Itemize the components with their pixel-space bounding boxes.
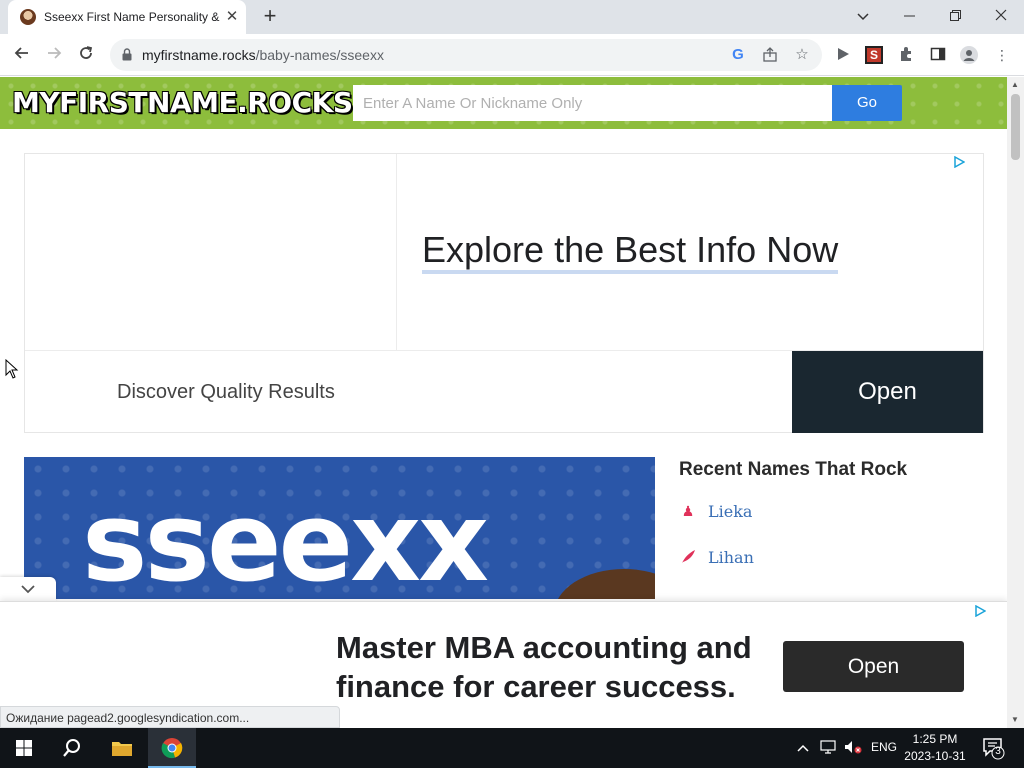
- network-icon[interactable]: [820, 740, 836, 757]
- ad-bottom-row: Discover Quality Results Open: [25, 350, 983, 433]
- browser-tab[interactable]: Sseexx First Name Personality & ✕: [8, 0, 246, 34]
- hero-name-text: sseexx: [82, 478, 489, 599]
- extension-play-icon[interactable]: [834, 46, 852, 64]
- back-arrow-icon[interactable]: [10, 43, 34, 67]
- scroll-down-icon[interactable]: ▼: [1011, 715, 1019, 724]
- scroll-up-icon[interactable]: ▲: [1011, 80, 1019, 89]
- mouse-cursor-icon: [5, 359, 19, 379]
- bookmark-star-icon[interactable]: ☆: [794, 47, 810, 63]
- tab-close-icon[interactable]: ✕: [224, 9, 240, 25]
- notification-center-icon[interactable]: 3: [982, 736, 1006, 760]
- chevron-down-icon: [21, 585, 35, 594]
- page-scrollbar[interactable]: ▲ ▼: [1007, 77, 1024, 728]
- clock-date: 2023-10-31: [904, 749, 966, 763]
- volume-muted-icon[interactable]: [844, 740, 862, 757]
- bottom-ad-open-button[interactable]: Open: [783, 641, 964, 692]
- tab-search-chevron-icon[interactable]: [848, 5, 878, 27]
- windows-start-icon[interactable]: [0, 728, 48, 768]
- ad-open-button[interactable]: Open: [792, 351, 983, 433]
- recent-name-item[interactable]: ♟ Lieka: [680, 500, 880, 524]
- language-indicator[interactable]: ENG: [871, 740, 897, 754]
- tab-strip: Sseexx First Name Personality & ✕ +: [0, 0, 1024, 34]
- extensions-puzzle-icon[interactable]: [897, 46, 915, 64]
- search-go-button[interactable]: Go: [832, 85, 902, 121]
- collapse-ad-button[interactable]: [0, 577, 56, 601]
- lock-icon[interactable]: [122, 48, 132, 61]
- recent-name-link[interactable]: Lieka: [708, 502, 752, 521]
- extension-s-icon[interactable]: S: [865, 46, 883, 64]
- new-tab-button[interactable]: +: [258, 5, 282, 29]
- profile-avatar-icon[interactable]: [960, 46, 978, 64]
- tray-chevron-up-icon[interactable]: [797, 740, 809, 755]
- taskbar-clock[interactable]: 1:25 PM 2023-10-31: [900, 731, 970, 765]
- share-icon[interactable]: [762, 47, 778, 63]
- feather-icon: [680, 549, 696, 565]
- reload-icon[interactable]: [74, 43, 98, 67]
- notification-count: 3: [995, 746, 1001, 757]
- recent-name-item[interactable]: Lihan: [680, 546, 880, 570]
- ad-headline[interactable]: Explore the Best Info Now: [422, 230, 839, 274]
- scrollbar-thumb[interactable]: [1011, 94, 1020, 160]
- chrome-taskbar-icon[interactable]: [148, 728, 196, 768]
- restore-button[interactable]: [940, 5, 970, 27]
- browser-menu-icon[interactable]: ⋮: [993, 46, 1011, 64]
- file-explorer-icon[interactable]: [98, 728, 146, 768]
- adchoices-icon[interactable]: [953, 155, 967, 170]
- name-hero-image: sseexx: [24, 457, 655, 599]
- recent-name-link[interactable]: Lihan: [708, 548, 754, 567]
- taskbar-search-icon[interactable]: [48, 728, 96, 768]
- google-lens-icon[interactable]: G: [730, 47, 746, 63]
- recent-names-heading: Recent Names That Rock: [679, 459, 908, 480]
- tab-title: Sseexx First Name Personality &: [44, 10, 220, 24]
- chess-pawn-icon: ♟: [681, 503, 695, 519]
- bottom-ad-headline[interactable]: Master MBA accounting and finance for ca…: [336, 628, 776, 706]
- side-panel-icon[interactable]: [929, 46, 947, 64]
- browser-status-bar: Ожидание pagead2.googlesyndication.com..…: [0, 706, 340, 728]
- windows-taskbar: ENG 1:25 PM 2023-10-31 3: [0, 728, 1024, 768]
- address-bar[interactable]: myfirstname.rocks/baby-names/sseexx G ☆: [110, 39, 822, 71]
- top-advertisement[interactable]: Explore the Best Info Now Discover Quali…: [24, 153, 984, 433]
- ad-subtext[interactable]: Discover Quality Results: [117, 381, 335, 404]
- site-logo[interactable]: MYFIRSTNAME.ROCKS: [12, 86, 353, 119]
- url-text: myfirstname.rocks/baby-names/sseexx: [142, 47, 384, 63]
- close-window-button[interactable]: [986, 5, 1016, 27]
- forward-arrow-icon[interactable]: [42, 43, 66, 67]
- minimize-button[interactable]: [894, 5, 924, 27]
- browser-toolbar: myfirstname.rocks/baby-names/sseexx G ☆ …: [0, 34, 1024, 76]
- site-header: MYFIRSTNAME.ROCKS Go: [0, 77, 1007, 129]
- ad-image-pane: [25, 154, 397, 350]
- clock-time: 1:25 PM: [912, 732, 958, 746]
- adchoices-icon[interactable]: [974, 604, 988, 619]
- name-search-input[interactable]: [353, 85, 832, 121]
- site-favicon-icon: [20, 9, 36, 25]
